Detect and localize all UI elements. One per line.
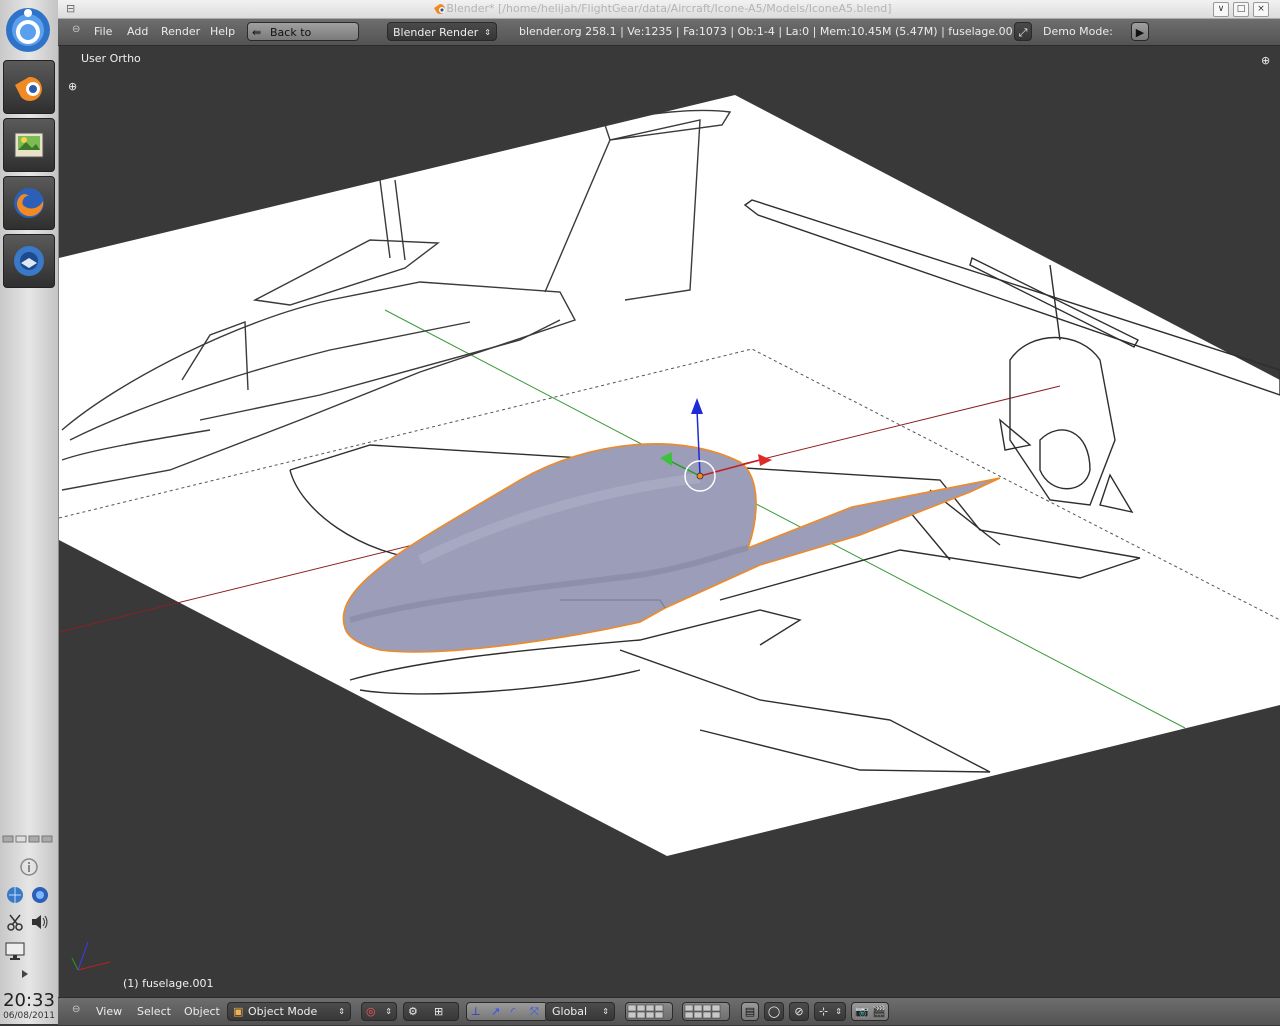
3d-viewport[interactable]: ⊕ ⊕ User Ortho (1) fuselage.001 (59, 46, 1280, 996)
demo-mode-label: Demo Mode: (1043, 25, 1113, 38)
snap-element-select[interactable]: ⊹ ⇕ (814, 1002, 846, 1021)
cube-icon: ▣ (233, 1005, 244, 1018)
maximize-button[interactable]: □ (1233, 2, 1249, 17)
date: 06/08/2011 (3, 1011, 55, 1021)
snap-toggle-icon[interactable]: ⊘ (789, 1002, 809, 1021)
menu-help[interactable]: Help (210, 25, 235, 38)
manipulator-buttons[interactable]: ⊥ ↗ ◜ ⤧ (466, 1002, 548, 1021)
select-arrows-icon: ⇕ (484, 28, 491, 37)
rotate-icon[interactable]: ↗ (491, 1003, 500, 1021)
object-origin (696, 472, 704, 480)
camera-render-icon[interactable]: 📷 (855, 1003, 869, 1021)
menu-render[interactable]: Render (161, 25, 200, 38)
update-globe-icon[interactable] (29, 884, 51, 906)
info-icon[interactable] (18, 856, 40, 878)
3d-view-header: ⊖ View Select Object ▣ Object Mode ⇕ ◎ ⇕… (58, 997, 1280, 1025)
render-engine-select[interactable]: Blender Render ⇕ (387, 22, 497, 41)
volume-icon[interactable] (29, 911, 51, 933)
pivot-select[interactable]: ⚙ ⊞ (403, 1002, 459, 1021)
view-name-label: User Ortho (81, 52, 141, 65)
mode-label: Object Mode (248, 1005, 318, 1018)
display-icon[interactable] (4, 940, 26, 962)
editor-type-icon[interactable]: ⊖ (72, 1004, 80, 1015)
viewport-shading-select[interactable]: ◎ ⇕ (361, 1002, 397, 1021)
fullscreen-icon[interactable]: ⤢ (1014, 22, 1032, 41)
active-object-label: (1) fuselage.001 (123, 977, 214, 990)
firefox-icon[interactable] (3, 176, 55, 230)
editor-type-icon[interactable]: ⊖ (72, 24, 80, 35)
scene-stats: blender.org 258.1 | Ve:1235 | Fa:1073 | … (519, 25, 1020, 38)
render-buttons[interactable]: 📷 🎬 (851, 1002, 889, 1021)
close-button[interactable]: × (1253, 2, 1269, 17)
pivot-icon: ⚙ (408, 1005, 418, 1018)
translate-icon[interactable]: ⊥ (471, 1003, 481, 1021)
layer-lock-icon[interactable]: ▤ (741, 1002, 759, 1021)
layer-buttons-group-2[interactable] (682, 1002, 730, 1021)
orientation-label: Global (552, 1005, 588, 1018)
image-viewer-icon[interactable] (3, 118, 55, 172)
info-header: ⊖ File Add Render Help ⇚ Back to Previou… (58, 19, 1280, 58)
select-arrows-icon: ⇕ (835, 1007, 842, 1016)
toolshelf-toggle-icon[interactable]: ⊕ (68, 80, 77, 93)
play-icon[interactable]: ▶ (1131, 22, 1149, 41)
window-title: Blender* [/home/helijah/FlightGear/data/… (446, 2, 892, 15)
expand-arrow-icon[interactable] (17, 966, 33, 982)
mandriva-menu-icon[interactable] (3, 2, 53, 54)
properties-toggle-icon[interactable]: ⊕ (1261, 54, 1270, 67)
scissors-icon[interactable] (4, 911, 26, 933)
mode-select[interactable]: ▣ Object Mode ⇕ (227, 1002, 351, 1021)
menu-file[interactable]: File (94, 25, 112, 38)
minimize-button[interactable]: ∨ (1213, 2, 1229, 17)
proportional-edit-icon[interactable]: ◯ (764, 1002, 784, 1021)
select-arrows-icon: ⇕ (338, 1007, 345, 1016)
back-to-previous-button[interactable]: ⇚ Back to Previous (247, 22, 359, 58)
desktop-dock: 20:33 06/08/2011 (0, 0, 59, 1024)
desktop-pager[interactable] (2, 834, 54, 844)
clock: 20:33 (3, 990, 55, 1011)
menu-select[interactable]: Select (137, 1005, 171, 1018)
network-globe-icon[interactable] (4, 884, 26, 906)
orientation-select[interactable]: Global ⇕ (545, 1002, 615, 1021)
menu-object[interactable]: Object (184, 1005, 220, 1018)
blender-icon[interactable] (3, 60, 55, 114)
manipulator-toggle-icon: ⊞ (434, 1005, 444, 1018)
snap-element-icon: ⊹ (819, 1005, 829, 1018)
layer-buttons-group-1[interactable] (625, 1002, 673, 1021)
select-arrows-icon: ⇕ (385, 1007, 392, 1016)
viewport-scene: ⊕ ⊕ (59, 54, 1280, 971)
render-engine-label: Blender Render (393, 26, 479, 39)
transform-icon[interactable]: ⤧ (530, 1003, 539, 1021)
back-icon: ⇚ (252, 26, 262, 39)
clapperboard-icon[interactable]: 🎬 (872, 1003, 886, 1021)
window-titlebar[interactable]: ⊟ Blender* [/home/helijah/FlightGear/dat… (58, 0, 1280, 19)
menu-add[interactable]: Add (127, 25, 148, 38)
select-arrows-icon: ⇕ (602, 1007, 609, 1016)
menu-view[interactable]: View (96, 1005, 122, 1018)
shading-icon: ◎ (366, 1005, 376, 1018)
thunderbird-icon[interactable] (3, 234, 55, 288)
scale-icon[interactable]: ◜ (511, 1003, 515, 1021)
view-axis-icon (71, 941, 111, 971)
